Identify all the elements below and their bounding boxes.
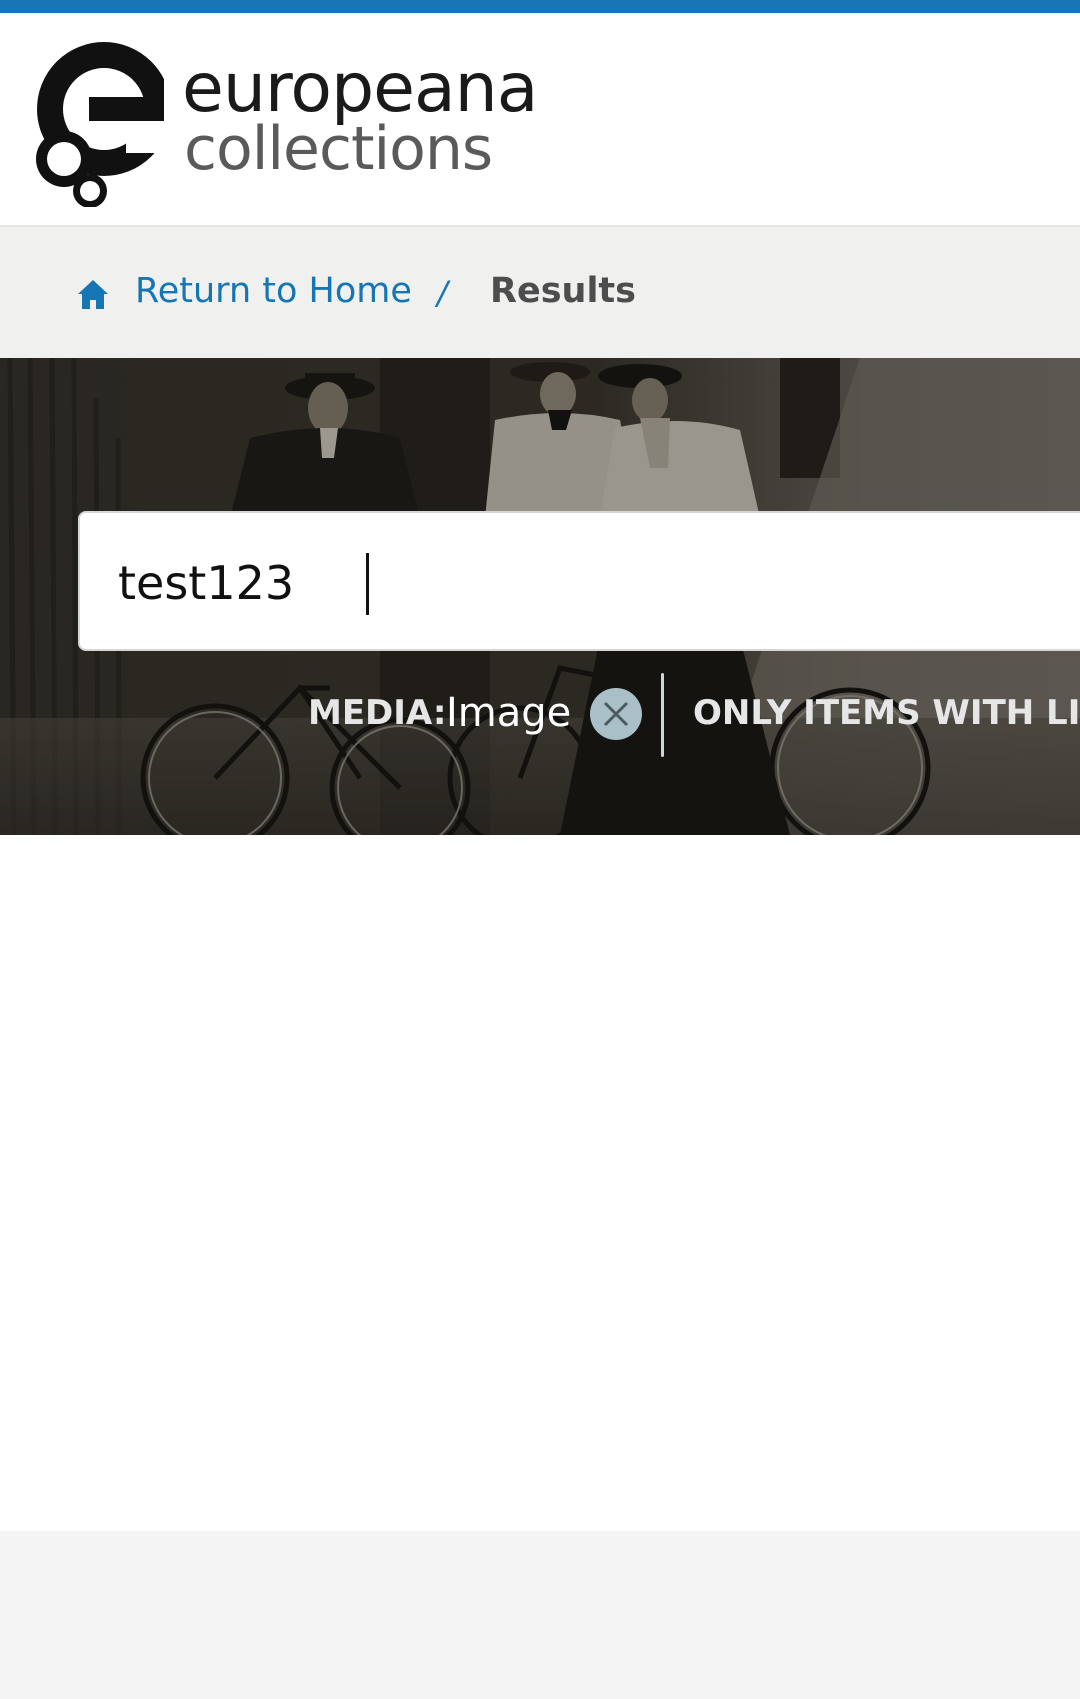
remove-filter-button[interactable] <box>590 688 642 740</box>
breadcrumb: Return to Home / Results <box>0 227 1080 358</box>
europeana-logo-icon <box>36 42 164 207</box>
search-hero: MEDIA: Image ONLY ITEMS WITH LIN <box>0 358 1080 835</box>
results-content <box>0 835 1080 1531</box>
search-box[interactable] <box>78 511 1080 651</box>
text-caret <box>366 553 369 615</box>
europeana-logo[interactable]: europeana collections <box>34 37 538 207</box>
logo-wordmark: europeana <box>182 49 538 128</box>
active-filters: MEDIA: Image ONLY ITEMS WITH LIN <box>0 673 1080 757</box>
top-accent-bar <box>0 0 1080 13</box>
page-footer <box>0 1531 1080 1699</box>
breadcrumb-home-link[interactable]: Return to Home <box>135 271 412 311</box>
search-input[interactable] <box>118 551 1018 615</box>
breadcrumb-current: Results <box>490 271 636 311</box>
filter-media-value: Image <box>446 690 572 736</box>
site-header: europeana collections <box>0 13 1080 227</box>
filter-only-items-with-links[interactable]: ONLY ITEMS WITH LIN <box>693 693 1080 733</box>
close-icon <box>603 701 629 727</box>
filter-divider <box>661 673 664 757</box>
filter-media-key: MEDIA: <box>308 693 447 733</box>
breadcrumb-separator: / <box>437 274 448 312</box>
home-icon[interactable] <box>76 277 110 311</box>
logo-subtitle: collections <box>184 114 493 184</box>
